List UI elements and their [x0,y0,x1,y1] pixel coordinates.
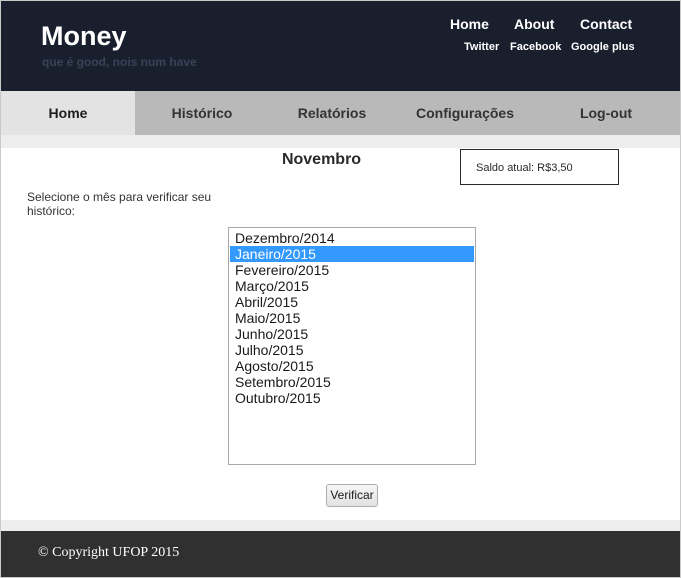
month-option[interactable]: Julho/2015 [230,342,474,358]
copyright-text: © Copyright UFOP 2015 [38,545,180,560]
month-option[interactable]: Março/2015 [230,278,474,294]
main-content: Novembro Saldo atual: R$3,50 Selecione o… [1,148,680,520]
month-option[interactable]: Abril/2015 [230,294,474,310]
site-tagline: que é good, nois num have [42,55,197,69]
month-option[interactable]: Janeiro/2015 [230,246,474,262]
social-link-facebook[interactable]: Facebook [510,41,561,53]
month-option[interactable]: Outubro/2015 [230,390,474,406]
main-nav: Home Histórico Relatórios Configurações … [1,91,680,135]
social-link-twitter[interactable]: Twitter [464,41,499,53]
instruction-text: Selecione o mês para verificar seu histó… [27,190,212,216]
site-title: Money [41,21,127,51]
nav-item-configuracoes[interactable]: Configurações [395,91,535,135]
month-option[interactable]: Dezembro/2014 [230,230,474,246]
nav-item-home[interactable]: Home [1,91,135,135]
verify-button[interactable]: Verificar [326,484,378,507]
month-title: Novembro [281,151,362,168]
site-header: Money que é good, nois num have Home Abo… [1,1,680,91]
month-option[interactable]: Fevereiro/2015 [230,262,474,278]
site-footer: © Copyright UFOP 2015 [1,531,680,577]
month-option[interactable]: Agosto/2015 [230,358,474,374]
social-link-google-plus[interactable]: Google plus [571,41,635,53]
nav-item-historico[interactable]: Histórico [135,91,269,135]
nav-item-logout[interactable]: Log-out [539,91,673,135]
nav-item-relatorios[interactable]: Relatórios [265,91,399,135]
month-option[interactable]: Maio/2015 [230,310,474,326]
top-link-contact[interactable]: Contact [580,16,632,32]
balance-box: Saldo atual: R$3,50 [460,149,619,185]
top-link-home[interactable]: Home [450,16,489,32]
balance-text: Saldo atual: R$3,50 [476,162,573,174]
month-option[interactable]: Junho/2015 [230,326,474,342]
month-select-list[interactable]: Dezembro/2014 Janeiro/2015 Fevereiro/2015 M… [228,227,476,465]
month-option[interactable]: Setembro/2015 [230,374,474,390]
top-link-about[interactable]: About [514,16,554,32]
